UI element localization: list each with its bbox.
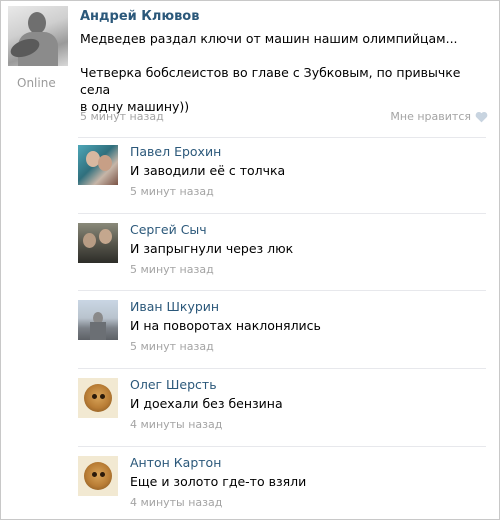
comment-author[interactable]: Сергей Сыч	[130, 222, 207, 237]
comment-avatar[interactable]	[78, 223, 118, 263]
comment-text: И доехали без бензина	[130, 396, 283, 411]
post-timestamp[interactable]: 5 минут назад	[80, 110, 164, 123]
online-status: Online	[17, 76, 56, 90]
comment-item: Антон Картон Еще и золото где-то взяли 4…	[78, 451, 488, 521]
comment-avatar[interactable]	[78, 145, 118, 185]
comment-avatar[interactable]	[78, 456, 118, 496]
comment-author[interactable]: Иван Шкурин	[130, 299, 219, 314]
post-author-name[interactable]: Андрей Клювов	[80, 9, 199, 24]
like-button[interactable]: Мне нравится	[390, 110, 488, 123]
divider	[78, 446, 486, 447]
post-text: Медведев раздал ключи от машин нашим оли…	[80, 30, 485, 115]
comment-avatar[interactable]	[78, 300, 118, 340]
divider	[78, 137, 486, 138]
comment-author[interactable]: Антон Картон	[130, 455, 221, 470]
comment-avatar[interactable]	[78, 378, 118, 418]
comment-author[interactable]: Олег Шерсть	[130, 377, 217, 392]
comment-timestamp[interactable]: 5 минут назад	[130, 340, 214, 353]
divider	[78, 368, 486, 369]
comment-timestamp[interactable]: 5 минут назад	[130, 185, 214, 198]
heart-icon	[475, 111, 488, 122]
comment-text: И на поворотах наклонялись	[130, 318, 321, 333]
post-text-line: Медведев раздал ключи от машин нашим оли…	[80, 31, 458, 46]
comment-item: Сергей Сыч И запрыгнули через люк 5 мину…	[78, 218, 488, 288]
like-label: Мне нравится	[390, 110, 471, 123]
comment-item: Олег Шерсть И доехали без бензина 4 мину…	[78, 373, 488, 443]
post-author-avatar[interactable]	[8, 6, 68, 66]
divider	[78, 213, 486, 214]
comment-timestamp[interactable]: 4 минуты назад	[130, 496, 222, 509]
comment-text: И запрыгнули через люк	[130, 241, 294, 256]
comment-item: Павел Ерохин И заводили её с толчка 5 ми…	[78, 140, 488, 210]
comment-item: Иван Шкурин И на поворотах наклонялись 5…	[78, 295, 488, 365]
post-text-line: Четверка бобслеистов во главе с Зубковым…	[80, 65, 461, 97]
comment-timestamp[interactable]: 5 минут назад	[130, 263, 214, 276]
divider	[78, 290, 486, 291]
comment-timestamp[interactable]: 4 минуты назад	[130, 418, 222, 431]
comment-text: Еще и золото где-то взяли	[130, 474, 307, 489]
comment-text: И заводили её с толчка	[130, 163, 286, 178]
comment-author[interactable]: Павел Ерохин	[130, 144, 221, 159]
